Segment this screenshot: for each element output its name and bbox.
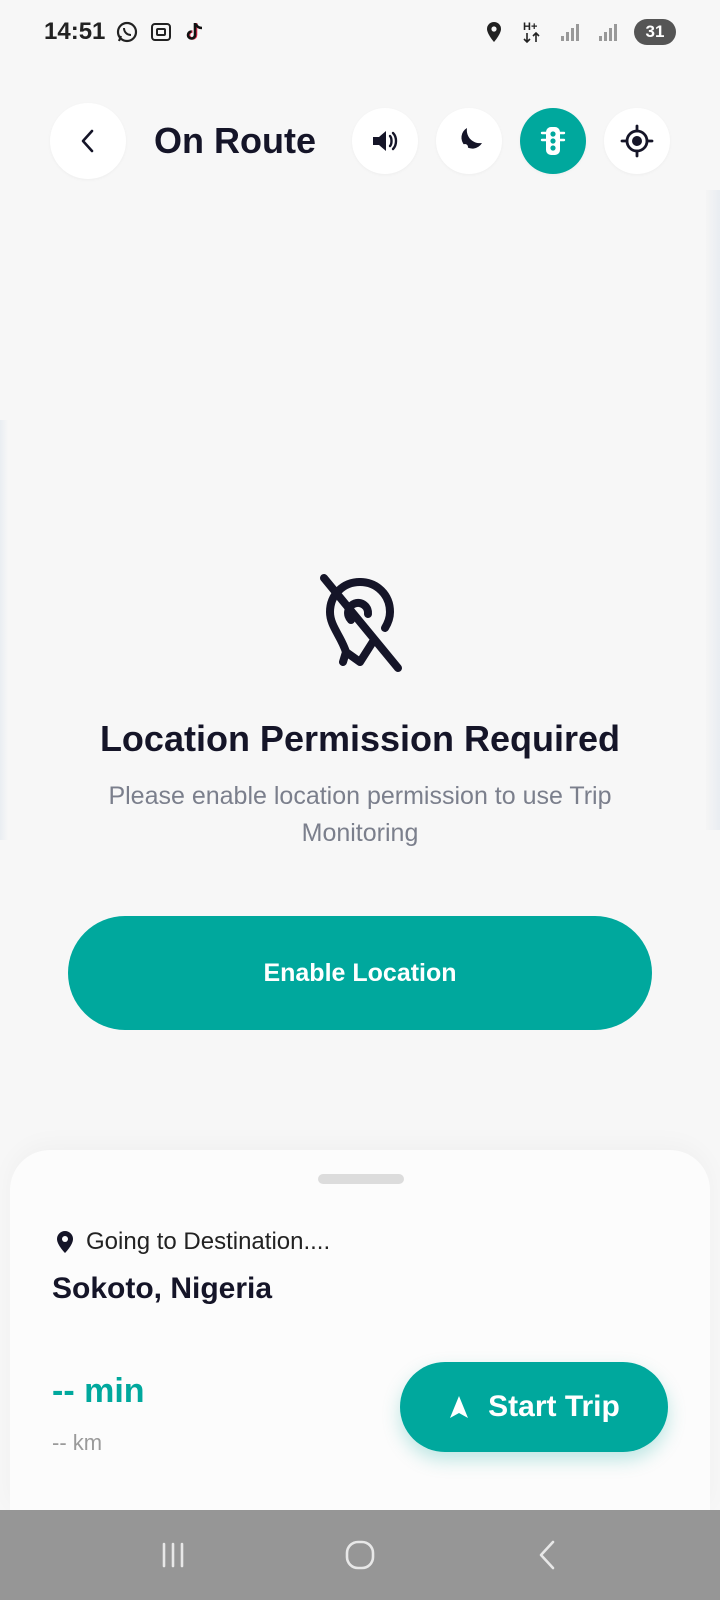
signal-icon [596, 20, 620, 44]
eta-value: -- min [52, 1372, 145, 1410]
permission-description: Please enable location permission to use… [108, 782, 612, 847]
trip-bottom-sheet: Going to Destination.... Sokoto, Nigeria… [10, 1150, 710, 1510]
location-pin-icon [57, 1231, 73, 1253]
destination-label: Going to Destination.... [86, 1228, 331, 1255]
volume-button[interactable] [352, 108, 418, 174]
home-button[interactable] [330, 1525, 390, 1585]
recent-apps-button[interactable] [143, 1525, 203, 1585]
recent-apps-icon [163, 1542, 184, 1568]
system-nav-bar [0, 1510, 720, 1600]
destination-row: Going to Destination.... [56, 1228, 330, 1256]
system-back-button[interactable] [517, 1525, 577, 1585]
location-permission-prompt: Location Permission Required Please enab… [0, 570, 720, 852]
back-icon [81, 129, 94, 153]
volume-icon [373, 131, 398, 151]
chevron-left-icon [539, 1540, 554, 1570]
enable-location-button[interactable]: Enable Location [68, 916, 652, 1030]
start-trip-button[interactable]: Start Trip [400, 1362, 668, 1452]
start-trip-label: Start Trip [488, 1390, 620, 1423]
svg-text:H+: H+ [523, 21, 537, 33]
page-title: On Route [154, 120, 316, 161]
sheet-handle[interactable] [318, 1174, 404, 1184]
navigation-arrow-icon [450, 1396, 469, 1418]
status-time: 14:51 [44, 18, 106, 45]
top-nav: On Route [50, 103, 670, 179]
hplus-data-icon: H+ [520, 20, 544, 44]
night-mode-icon [461, 128, 482, 150]
location-icon [482, 20, 506, 44]
status-bar: 14:51 H+ 31 [0, 0, 720, 64]
traffic-light-icon [540, 127, 566, 155]
location-off-icon [320, 574, 402, 672]
signal-icon [558, 20, 582, 44]
whatsapp-icon [115, 20, 139, 44]
distance-value: -- km [52, 1430, 103, 1455]
tiktok-icon [183, 20, 207, 44]
gallery-icon [149, 20, 173, 44]
app-screen: 14:51 H+ 31 On Route Location Permission… [0, 0, 720, 1600]
traffic-button[interactable] [520, 108, 586, 174]
recenter-icon [620, 124, 654, 158]
back-button[interactable] [50, 103, 126, 179]
destination-name: Sokoto, Nigeria [52, 1272, 273, 1305]
night-mode-button[interactable] [436, 108, 502, 174]
battery-indicator: 31 [634, 19, 676, 45]
recenter-button[interactable] [604, 108, 670, 174]
permission-title: Location Permission Required [99, 718, 621, 759]
home-icon [345, 1540, 375, 1570]
